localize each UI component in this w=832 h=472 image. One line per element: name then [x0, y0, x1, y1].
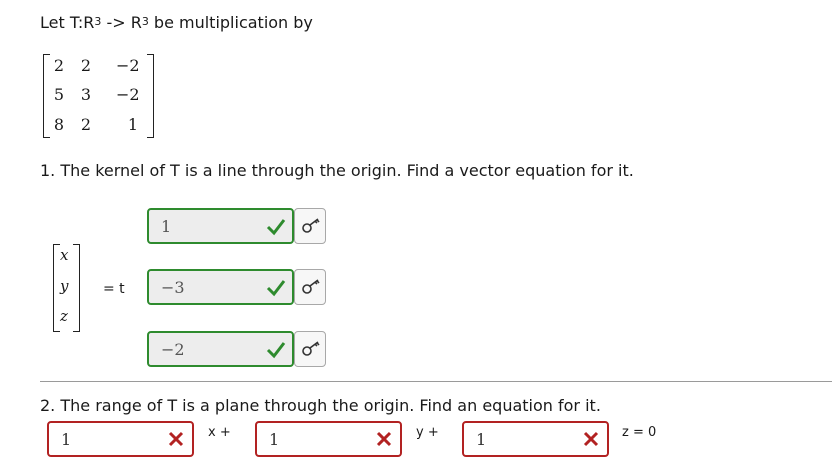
vector-x: x [60, 246, 69, 264]
check-icon [266, 219, 286, 236]
kernel-answer-3[interactable]: −2 [147, 331, 294, 367]
vector-right-bracket [73, 244, 80, 332]
key-button[interactable] [294, 269, 326, 305]
answer-value: 1 [61, 430, 72, 449]
variable-vector: x y z [53, 244, 83, 332]
vector-z: z [60, 307, 68, 325]
range-answer-x[interactable]: 1 [47, 421, 194, 457]
key-icon [302, 279, 320, 294]
intro-prefix: Let T:R [40, 13, 95, 32]
intro-text: Let T:R3 -> R3 be multiplication by [40, 13, 313, 32]
question-2-text: 2. The range of T is a plane through the… [40, 396, 601, 415]
intro-suffix: be multiplication by [148, 13, 313, 32]
answer-value: −2 [161, 340, 185, 359]
key-icon [302, 341, 320, 356]
matrix-cell: 5 [53, 85, 64, 104]
matrix-cell: 1 [127, 115, 138, 134]
intro-arrow: -> R [101, 13, 142, 32]
intro-exp1: 3 [94, 15, 102, 28]
matrix-cell: 2 [80, 56, 91, 75]
check-icon [266, 280, 286, 297]
matrix-cell: 2 [53, 56, 64, 75]
key-icon [302, 218, 320, 233]
transformation-matrix: 2 2 −2 5 3 −2 8 2 1 [40, 54, 160, 138]
x-term-label: x + [208, 425, 231, 440]
answer-value: −3 [161, 278, 185, 297]
matrix-cell: 3 [80, 85, 91, 104]
range-answer-y[interactable]: 1 [255, 421, 402, 457]
question-1-text: 1. The kernel of T is a line through the… [40, 161, 634, 180]
kernel-answer-2[interactable]: −3 [147, 269, 294, 305]
matrix-cell: 8 [53, 115, 64, 134]
key-button[interactable] [294, 331, 326, 367]
y-term-label: y + [416, 425, 439, 440]
vector-y: y [60, 277, 69, 295]
matrix-cell: −2 [116, 85, 140, 104]
matrix-right-bracket [147, 54, 154, 138]
intro-exp2: 3 [141, 15, 149, 28]
cross-icon [168, 431, 184, 447]
section-divider [40, 381, 832, 382]
answer-value: 1 [161, 217, 172, 236]
cross-icon [376, 431, 392, 447]
z-term-label: z = 0 [622, 425, 657, 440]
matrix-cell: 2 [80, 115, 91, 134]
key-button[interactable] [294, 208, 326, 244]
equals-t: = t [103, 281, 125, 297]
matrix-cell: −2 [116, 56, 140, 75]
answer-value: 1 [476, 430, 487, 449]
answer-value: 1 [269, 430, 280, 449]
range-answer-z[interactable]: 1 [462, 421, 609, 457]
check-icon [266, 342, 286, 359]
vector-left-bracket [53, 244, 60, 332]
cross-icon [583, 431, 599, 447]
kernel-answer-1[interactable]: 1 [147, 208, 294, 244]
